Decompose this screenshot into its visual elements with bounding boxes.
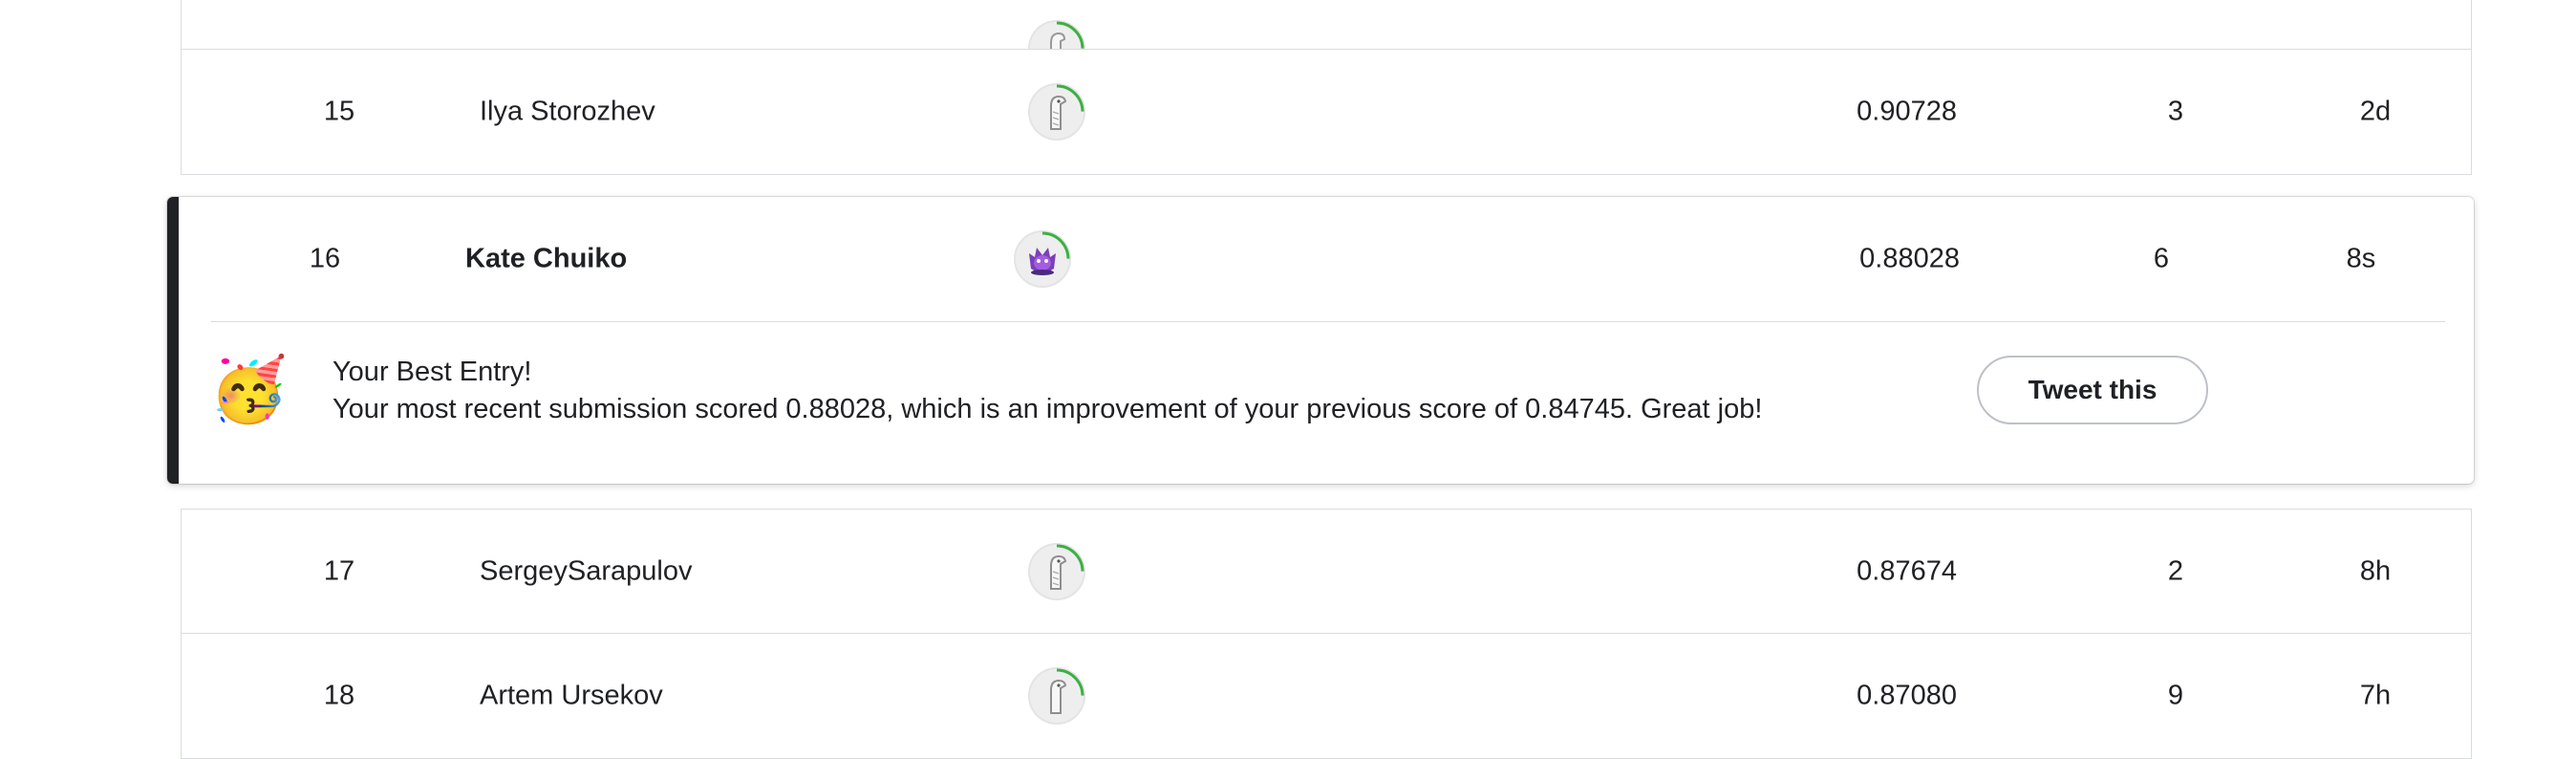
rank: 15 [323,96,355,127]
tweet-this-button[interactable]: Tweet this [1977,356,2208,424]
entries-count: 9 [2167,680,2184,711]
party-face-icon: 🥳 [209,354,289,424]
team-name[interactable]: Artem Ursekov [480,682,663,710]
purple-creature-avatar-icon [1029,248,1056,275]
avatar[interactable] [1028,543,1085,600]
ostrich-avatar-icon [1050,679,1067,714]
table-row[interactable]: 18 Artem Ursekov 0.87080 9 7h [181,633,2472,759]
last-submission: 8s [2346,243,2376,274]
last-submission: 7h [2359,680,2392,711]
avatar[interactable] [1028,83,1085,141]
rank: 18 [323,680,355,711]
score: 0.87080 [1857,680,1957,711]
team-name[interactable]: SergeySarapulov [480,557,692,586]
divider [211,321,2445,322]
highlight-bar [167,197,179,484]
best-entry-message: Your most recent submission scored 0.880… [333,394,1763,424]
team-name[interactable]: Kate Chuiko [465,245,627,273]
team-name[interactable]: Ilya Storozhev [480,98,655,126]
best-entry-title: Your Best Entry! [333,357,532,387]
avatar[interactable] [1014,230,1071,288]
ostrich-avatar-icon [1050,95,1067,130]
score: 0.88028 [1859,243,1960,274]
entries-count: 6 [2153,243,2170,274]
last-submission: 2d [2359,96,2392,127]
score: 0.90728 [1857,96,1957,127]
best-entry-card: 16 Kate Chuiko 0.88028 6 8s 🥳 Your Best … [167,197,2474,484]
entries-count: 3 [2167,96,2184,127]
table-row-partial-top [181,0,2472,77]
rank: 16 [309,243,341,274]
table-row-current-user[interactable]: 16 Kate Chuiko 0.88028 6 8s [181,197,2474,321]
last-submission: 8h [2359,555,2392,587]
ostrich-avatar-icon [1050,554,1067,590]
entries-count: 2 [2167,555,2184,587]
avatar[interactable] [1028,667,1085,725]
score: 0.87674 [1857,555,1957,587]
table-row[interactable]: 15 Ilya Storozhev 0.90728 3 2d [181,49,2472,175]
rank: 17 [323,555,355,587]
table-row[interactable]: 17 SergeySarapulov 0.87674 2 8h [181,509,2472,635]
